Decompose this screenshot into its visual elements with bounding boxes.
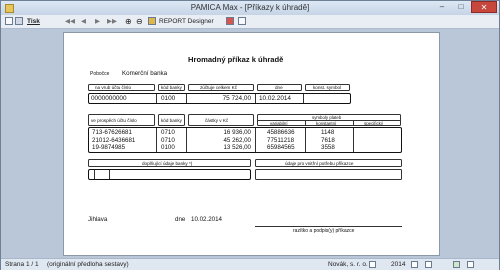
bank-data-field bbox=[88, 169, 251, 180]
debit-account-value: 0000000000 bbox=[91, 95, 127, 102]
item-constant-symbol: 3558 bbox=[321, 144, 335, 151]
close-button[interactable]: ✕ bbox=[471, 1, 497, 13]
col-header-symbols: symboly plateb bbox=[312, 114, 342, 120]
signature-line bbox=[255, 226, 402, 227]
col-header-constant: konstantní bbox=[316, 121, 337, 126]
col-header-credit-bank-code: kód banky bbox=[161, 118, 182, 123]
signature-label: razítko a podpis(y) příkazce bbox=[293, 228, 355, 234]
item-account: 19-9874985 bbox=[92, 144, 126, 151]
date-value: 10.02.2014 bbox=[259, 95, 291, 102]
col-header-specific: specifický bbox=[364, 121, 384, 126]
item-bank-code: 0100 bbox=[161, 144, 175, 151]
item-variable-symbol: 77511218 bbox=[267, 136, 295, 144]
col-header-date: dne bbox=[275, 85, 283, 90]
item-amount: 13 526,00 bbox=[223, 144, 251, 151]
report-designer-icon[interactable] bbox=[148, 17, 156, 27]
internal-data-field bbox=[255, 169, 402, 180]
next-page-button[interactable]: ▶ bbox=[95, 17, 100, 27]
check-icon[interactable] bbox=[453, 261, 460, 268]
year-label: 2014 bbox=[391, 261, 406, 268]
internal-data-label: údaje pro vnitřní potřebu příkazce bbox=[285, 160, 354, 166]
item-amount: 16 936,00 bbox=[223, 129, 251, 136]
copy-icon[interactable] bbox=[238, 17, 246, 27]
app-window: PAMICA Max - [Příkazy k úhradě] – □ ✕ Ti… bbox=[0, 0, 500, 270]
title-bar: PAMICA Max - [Příkazy k úhradě] – □ ✕ bbox=[1, 1, 499, 15]
col-header-credit-account: ve prospěch účtu číslo bbox=[91, 118, 137, 123]
page-indicator: Strana 1 / 1 bbox=[5, 261, 39, 268]
col-header-amount: částky v Kč bbox=[205, 118, 229, 123]
item-account: 21012-6436681 bbox=[92, 136, 136, 144]
item-variable-symbol: 45886636 bbox=[267, 129, 295, 136]
zoom-in-icon[interactable]: ⊕ bbox=[125, 17, 132, 27]
debit-bank-code-value: 0100 bbox=[161, 95, 176, 102]
footer-date-value: 10.02.2014 bbox=[191, 216, 222, 223]
zoom-out-icon[interactable]: ⊖ bbox=[136, 17, 143, 27]
settings-icon[interactable] bbox=[425, 261, 432, 268]
col-header-variable: variabilní bbox=[270, 121, 288, 126]
item-amount: 45 262,00 bbox=[223, 136, 251, 144]
calendar-icon[interactable] bbox=[411, 261, 418, 268]
date-label: dne bbox=[175, 216, 186, 223]
last-page-button[interactable]: ▶▶ bbox=[107, 17, 117, 27]
prev-page-button[interactable]: ◀ bbox=[81, 17, 86, 27]
status-bar: Strana 1 / 1 (originální předloha sestav… bbox=[1, 258, 499, 270]
minimize-button[interactable]: – bbox=[433, 1, 451, 13]
total-amount-value: 75 724,00 bbox=[222, 95, 251, 102]
item-constant-symbol: 1148 bbox=[321, 129, 335, 136]
col-header-bank-code: kód banky bbox=[161, 85, 182, 90]
branch-label: Pobočce bbox=[90, 71, 110, 77]
info-icon[interactable] bbox=[467, 261, 474, 268]
bank-data-label: doplňující údaje banky *) bbox=[142, 160, 193, 166]
col-header-total: zúčtuje celkem Kč bbox=[200, 85, 238, 90]
company-name: Novák, s. r. o. bbox=[328, 261, 368, 268]
item-variable-symbol: 65984565 bbox=[267, 144, 295, 151]
item-bank-code: 0710 bbox=[161, 136, 175, 144]
maximize-button[interactable]: □ bbox=[452, 1, 470, 13]
page-setup-icon[interactable] bbox=[5, 17, 13, 27]
branch-value: Komerční banka bbox=[122, 70, 168, 77]
col-header-const-symbol: konst. symbol bbox=[313, 85, 342, 90]
report-designer-button[interactable]: REPORT Designer bbox=[159, 17, 214, 27]
item-account: 713-67626681 bbox=[92, 129, 132, 136]
place-value: Jihlava bbox=[88, 216, 108, 223]
item-bank-code: 0710 bbox=[161, 129, 175, 136]
template-info: (originální předloha sestavy) bbox=[47, 261, 129, 268]
print-icon[interactable] bbox=[15, 17, 23, 27]
report-page: Hromadný příkaz k úhradě Pobočce Komerčn… bbox=[63, 32, 440, 256]
toolbar: Tisk ◀◀ ◀ ▶ ▶▶ ⊕ ⊖ REPORT Designer bbox=[1, 15, 499, 29]
print-button[interactable]: Tisk bbox=[27, 17, 40, 27]
first-page-button[interactable]: ◀◀ bbox=[65, 17, 75, 27]
item-constant-symbol: 7618 bbox=[321, 136, 335, 144]
window-title: PAMICA Max - [Příkazy k úhradě] bbox=[190, 3, 310, 12]
export-icon[interactable] bbox=[226, 17, 234, 27]
document-title: Hromadný příkaz k úhradě bbox=[188, 55, 284, 64]
col-header-account: na vrub účtu číslo bbox=[95, 85, 132, 90]
bell-icon[interactable] bbox=[369, 261, 376, 268]
